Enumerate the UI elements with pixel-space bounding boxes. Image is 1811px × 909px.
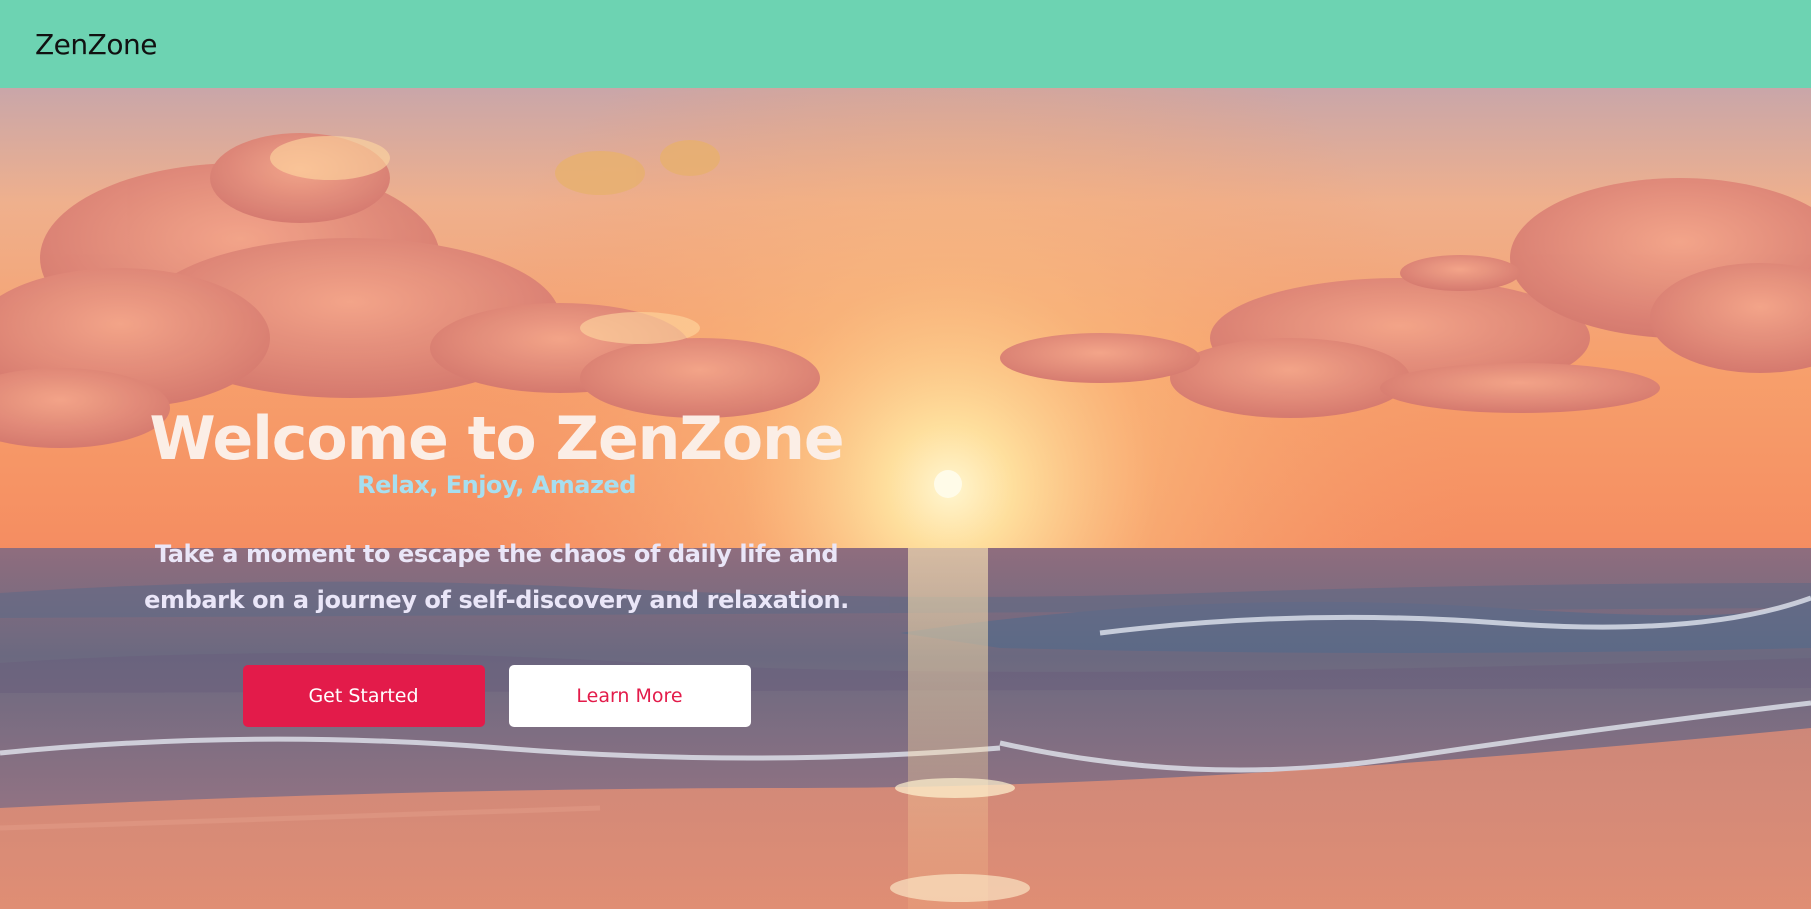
hero-title: Welcome to ZenZone bbox=[149, 404, 844, 474]
hero-content: Welcome to ZenZone Relax, Enjoy, Amazed … bbox=[130, 403, 863, 727]
hero-buttons: Get Started Learn More bbox=[130, 665, 863, 727]
get-started-button[interactable]: Get Started bbox=[242, 665, 485, 727]
learn-more-button[interactable]: Learn More bbox=[508, 665, 751, 727]
navbar: ZenZone bbox=[0, 0, 1811, 88]
brand-logo[interactable]: ZenZone bbox=[35, 28, 157, 61]
hero-section: Welcome to ZenZone Relax, Enjoy, Amazed … bbox=[0, 88, 1811, 909]
hero-description: Take a moment to escape the chaos of dai… bbox=[144, 540, 849, 614]
